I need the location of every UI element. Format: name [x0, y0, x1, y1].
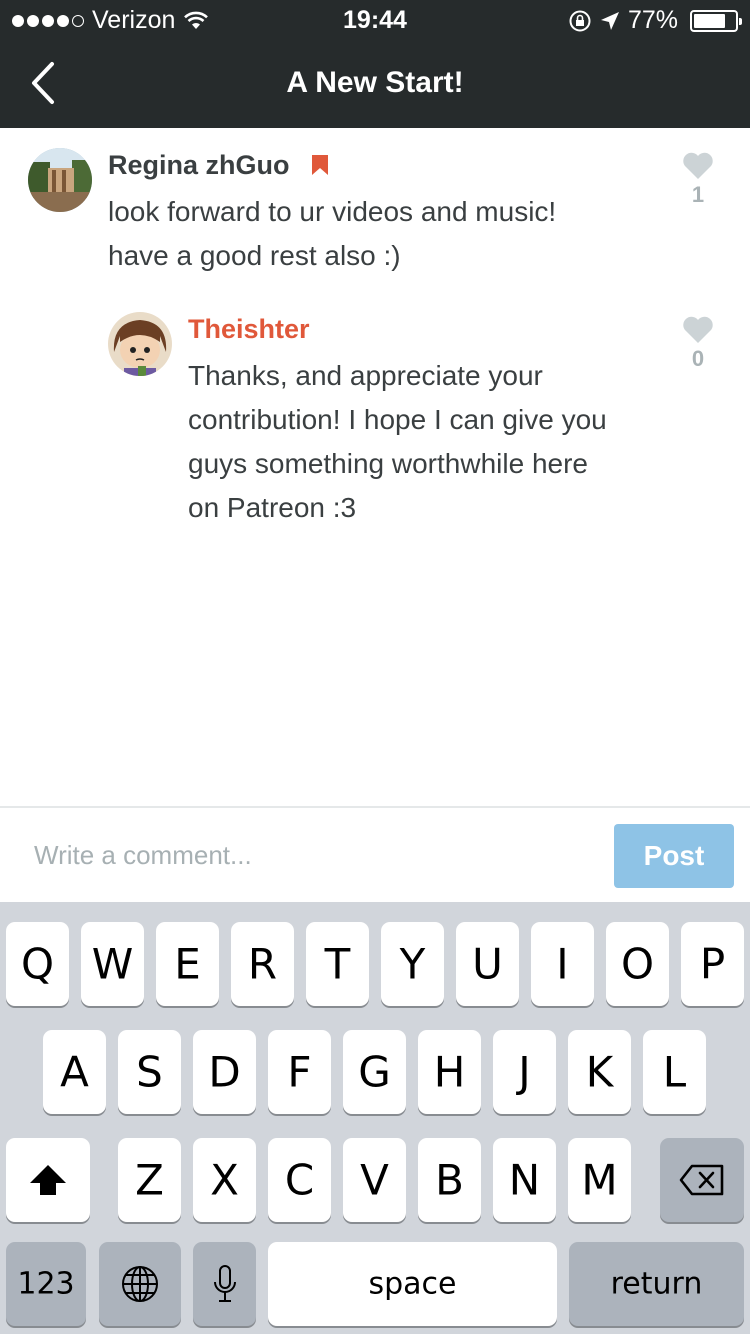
like-button[interactable]: 1 — [678, 152, 718, 208]
key-j[interactable]: J — [493, 1030, 556, 1114]
key-v[interactable]: V — [343, 1138, 406, 1222]
numbers-key[interactable]: 123 — [6, 1242, 86, 1326]
location-icon — [600, 11, 619, 30]
backspace-icon — [679, 1164, 724, 1196]
comment-line: contribution! I hope I can give you — [188, 404, 607, 435]
return-key[interactable]: return — [569, 1242, 744, 1326]
like-button[interactable]: 0 — [678, 316, 718, 372]
key-t[interactable]: T — [306, 922, 369, 1006]
keyboard: Q W E R T Y U I O P A S D F G H J K L Z … — [0, 902, 750, 1334]
orientation-lock-icon — [569, 10, 591, 31]
key-r[interactable]: R — [231, 922, 294, 1006]
key-l[interactable]: L — [643, 1030, 706, 1114]
key-a[interactable]: A — [43, 1030, 106, 1114]
author-name[interactable]: Theishter — [188, 314, 310, 344]
globe-key[interactable] — [99, 1242, 181, 1326]
key-m[interactable]: M — [568, 1138, 631, 1222]
page-title: A New Start! — [286, 66, 464, 99]
key-z[interactable]: Z — [118, 1138, 181, 1222]
avatar[interactable] — [28, 148, 92, 212]
microphone-icon — [213, 1265, 236, 1302]
key-b[interactable]: B — [418, 1138, 481, 1222]
bookmark-icon — [312, 155, 329, 175]
key-i[interactable]: I — [531, 922, 594, 1006]
key-x[interactable]: X — [193, 1138, 256, 1222]
comment-text: look forward to ur videos and music! hav… — [108, 190, 556, 278]
key-c[interactable]: C — [268, 1138, 331, 1222]
post-button[interactable]: Post — [614, 824, 734, 888]
space-key[interactable]: space — [268, 1242, 557, 1326]
heart-icon — [683, 316, 713, 343]
comment-text: Thanks, and appreciate your contribution… — [188, 354, 607, 530]
shift-icon — [30, 1165, 66, 1195]
avatar[interactable] — [108, 312, 172, 376]
key-q[interactable]: Q — [6, 922, 69, 1006]
key-w[interactable]: W — [81, 922, 144, 1006]
comment-line: Thanks, and appreciate your — [188, 360, 543, 391]
key-d[interactable]: D — [193, 1030, 256, 1114]
globe-icon — [122, 1266, 158, 1302]
key-g[interactable]: G — [343, 1030, 406, 1114]
key-y[interactable]: Y — [381, 922, 444, 1006]
key-o[interactable]: O — [606, 922, 669, 1006]
key-k[interactable]: K — [568, 1030, 631, 1114]
status-right: 77% — [568, 6, 742, 35]
key-e[interactable]: E — [156, 922, 219, 1006]
status-bar: Verizon 19:44 77% — [0, 0, 750, 40]
comment-line: on Patreon :3 — [188, 492, 357, 523]
key-u[interactable]: U — [456, 922, 519, 1006]
comment-line: have a good rest also :) — [108, 240, 401, 271]
key-h[interactable]: H — [418, 1030, 481, 1114]
comment-composer: Write a comment... Post — [0, 806, 750, 902]
like-count: 0 — [691, 346, 705, 371]
key-f[interactable]: F — [268, 1030, 331, 1114]
key-s[interactable]: S — [118, 1030, 181, 1114]
heart-icon — [683, 152, 713, 179]
battery-label: 77% — [627, 6, 678, 34]
key-p[interactable]: P — [681, 922, 744, 1006]
comment-line: guys something worthwhile here — [188, 448, 588, 479]
microphone-key[interactable] — [193, 1242, 256, 1326]
comment-line: look forward to ur videos and music! — [108, 196, 557, 227]
comment-author[interactable]: Regina zhGuo — [108, 150, 329, 181]
battery-icon — [690, 9, 742, 32]
delete-key[interactable] — [660, 1138, 744, 1222]
app-header: Verizon 19:44 77% A New Start! — [0, 0, 750, 128]
comment-input[interactable]: Write a comment... — [34, 840, 252, 871]
comment-author[interactable]: Theishter — [188, 314, 310, 345]
author-name[interactable]: Regina zhGuo — [108, 150, 290, 180]
like-count: 1 — [691, 182, 705, 207]
key-n[interactable]: N — [493, 1138, 556, 1222]
shift-key[interactable] — [6, 1138, 90, 1222]
